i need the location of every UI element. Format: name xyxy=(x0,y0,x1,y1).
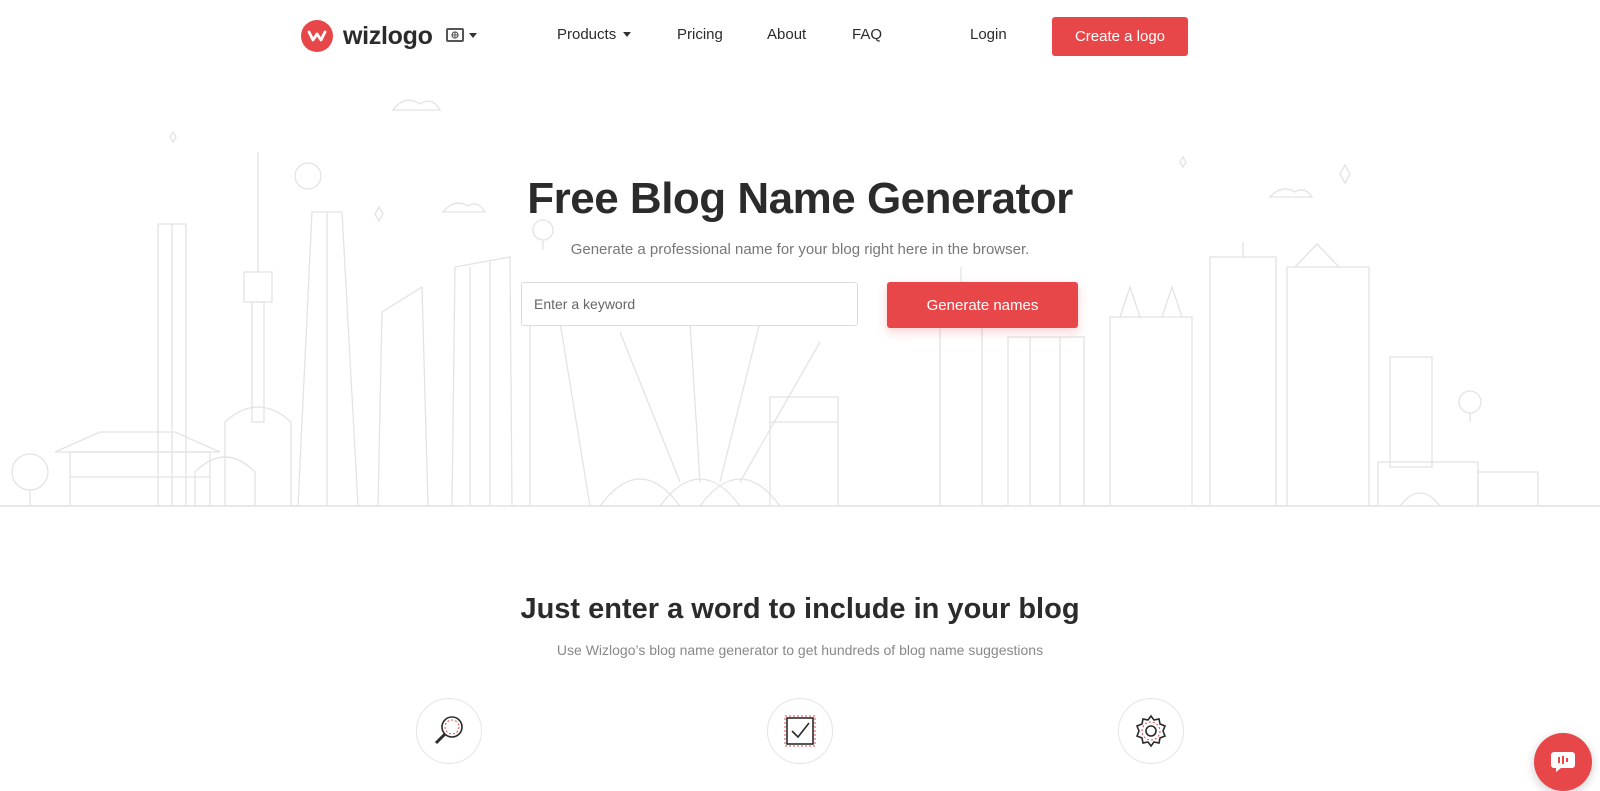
create-logo-button[interactable]: Create a logo xyxy=(1052,17,1188,56)
chat-widget-button[interactable] xyxy=(1534,733,1592,791)
generate-names-button[interactable]: Generate names xyxy=(887,282,1078,328)
gear-icon xyxy=(1118,698,1184,764)
nav-products[interactable]: Products xyxy=(557,26,632,43)
nav-pricing[interactable]: Pricing xyxy=(677,26,723,43)
nav-faq[interactable]: FAQ xyxy=(852,26,882,43)
keyword-input[interactable] xyxy=(521,282,858,326)
page-title: Free Blog Name Generator xyxy=(527,174,1073,223)
wizlogo-logo[interactable]: wizlogo xyxy=(301,20,433,52)
logo-text: wizlogo xyxy=(343,21,433,50)
chevron-down-icon xyxy=(623,32,632,37)
chevron-down-icon xyxy=(469,32,477,38)
logo-mark-icon xyxy=(301,20,333,52)
section-title: Just enter a word to include in your blo… xyxy=(520,593,1080,625)
nav-products-label: Products xyxy=(557,26,617,43)
nav-about[interactable]: About xyxy=(767,26,806,43)
magnifier-icon xyxy=(416,698,482,764)
page-subtitle: Generate a professional name for your bl… xyxy=(570,241,1030,258)
section-subtitle: Use Wizlogo’s blog name generator to get… xyxy=(556,642,1044,658)
top-navigation: wizlogo Products Pricing About FAQ Login… xyxy=(0,0,1600,72)
nav-login[interactable]: Login xyxy=(970,26,1007,43)
language-flag-icon xyxy=(446,28,464,42)
checkbox-icon xyxy=(767,698,833,764)
chat-icon xyxy=(1551,752,1575,772)
language-selector[interactable] xyxy=(446,28,477,42)
